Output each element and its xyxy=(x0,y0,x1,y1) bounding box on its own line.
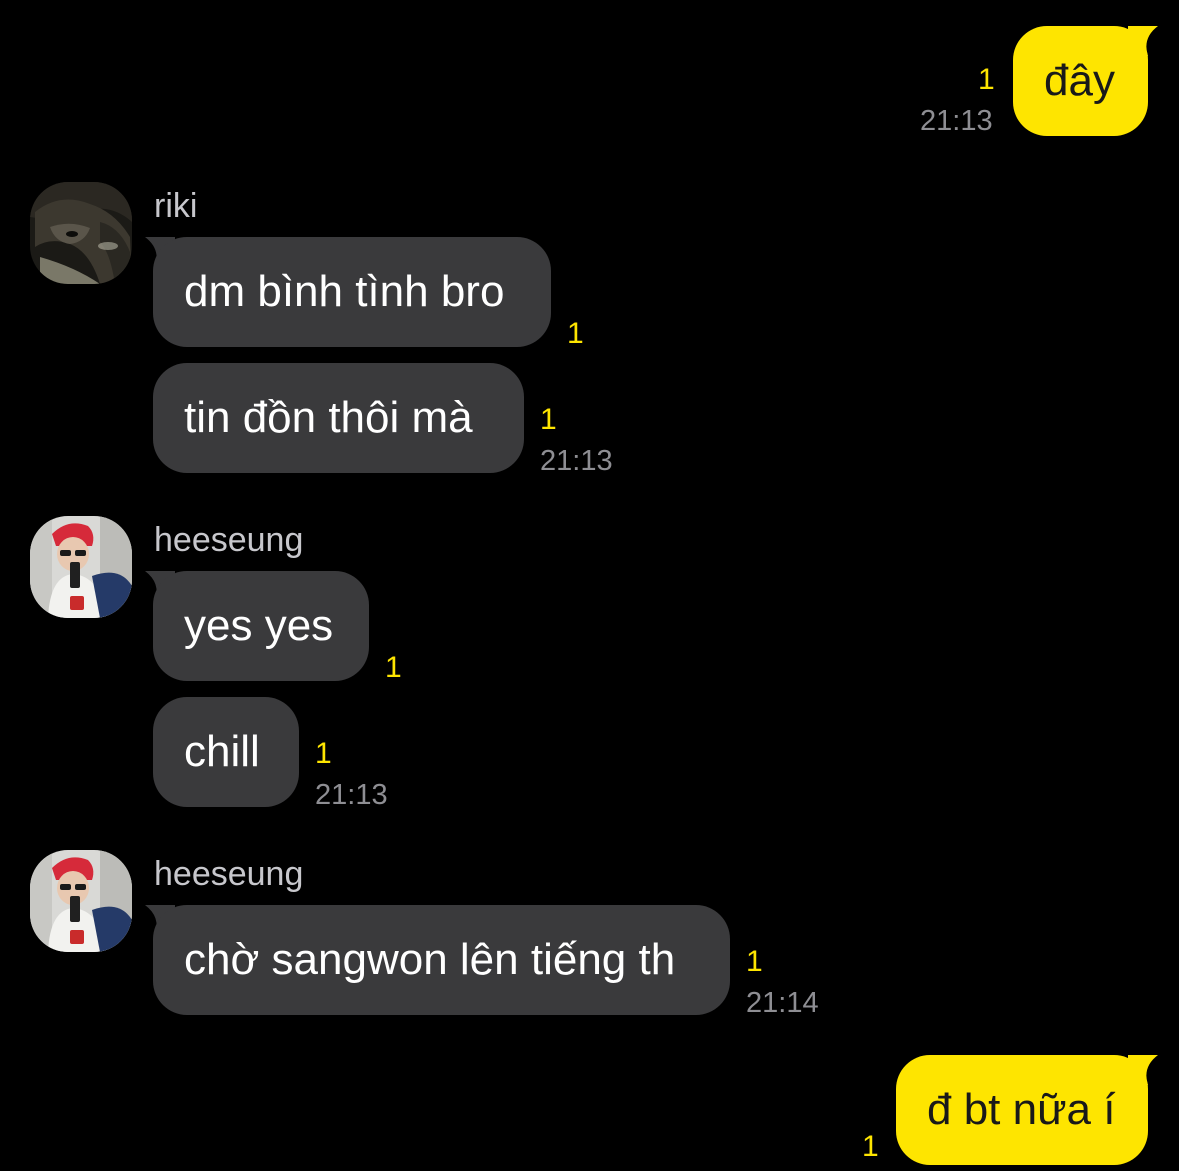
unread-count: 1 xyxy=(540,403,557,436)
unread-count: 1 xyxy=(385,651,402,684)
incoming-message-bubble[interactable]: chờ sangwon lên tiếng th xyxy=(153,905,730,1015)
incoming-message-bubble[interactable]: tin đồn thôi mà xyxy=(153,363,524,473)
unread-count: 1 xyxy=(567,317,584,350)
sender-name: heeseung xyxy=(154,521,304,559)
heeseung-avatar[interactable] xyxy=(30,850,132,952)
incoming-message-bubble[interactable]: dm bình tình bro xyxy=(153,237,551,347)
message-text: dm bình tình bro xyxy=(184,267,505,316)
sender-name: heeseung xyxy=(154,855,304,893)
sender-name: riki xyxy=(154,187,198,225)
message-time: 21:13 xyxy=(315,779,388,811)
outgoing-message-bubble[interactable]: đ bt nữa í xyxy=(896,1055,1148,1165)
unread-count: 1 xyxy=(978,63,995,96)
riki-avatar[interactable] xyxy=(30,182,132,284)
message-text: đây xyxy=(1044,56,1115,105)
message-text: chờ sangwon lên tiếng th xyxy=(184,935,676,984)
message-text: yes yes xyxy=(184,601,334,650)
message-text: tin đồn thôi mà xyxy=(184,393,473,442)
incoming-message-bubble[interactable]: chill xyxy=(153,697,299,807)
incoming-message-bubble[interactable]: yes yes xyxy=(153,571,369,681)
bubble-tail xyxy=(1128,26,1158,56)
message-time: 21:14 xyxy=(746,987,819,1019)
message-text: chill xyxy=(184,727,260,776)
unread-count: 1 xyxy=(746,945,763,978)
message-time: 21:13 xyxy=(540,445,613,477)
unread-count: 1 xyxy=(315,737,332,770)
bubble-tail xyxy=(1128,1055,1158,1085)
heeseung-avatar[interactable] xyxy=(30,516,132,618)
message-text: đ bt nữa í xyxy=(927,1085,1116,1134)
unread-count: 1 xyxy=(862,1130,879,1163)
message-time: 21:13 xyxy=(920,105,993,137)
